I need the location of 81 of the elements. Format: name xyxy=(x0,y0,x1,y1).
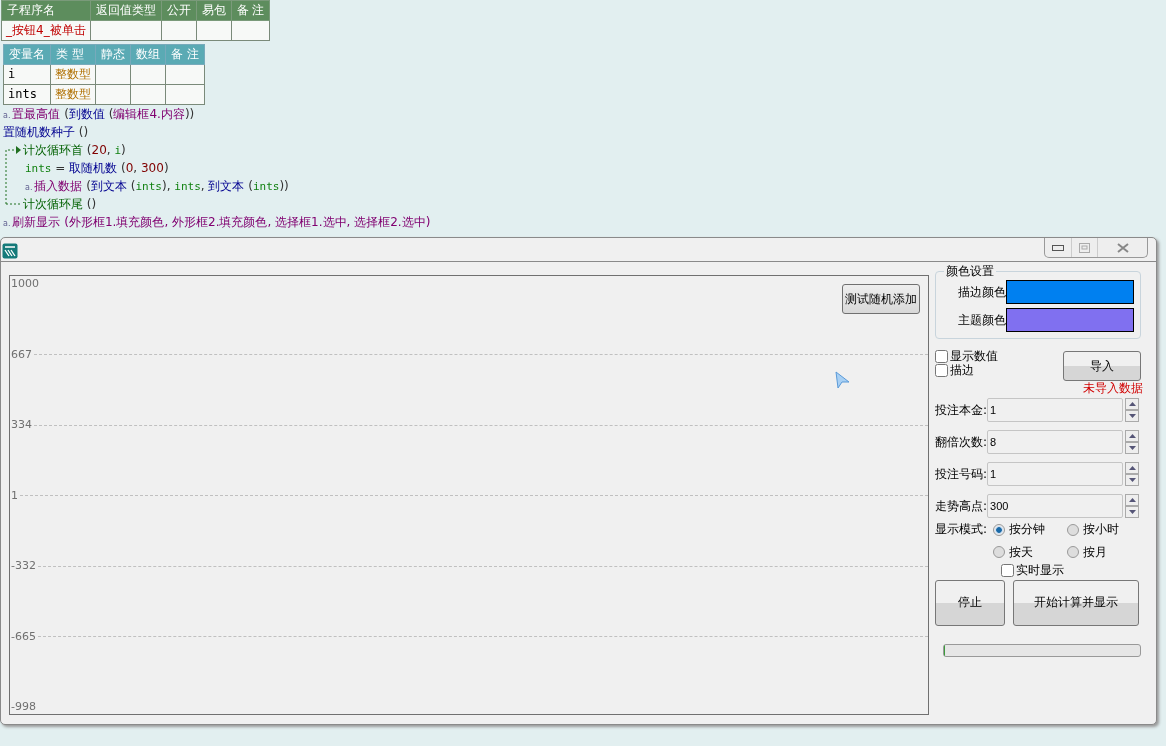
axis-label: 1 xyxy=(10,488,18,503)
color-swatch[interactable] xyxy=(1006,308,1134,332)
maximize-icon xyxy=(1079,242,1090,253)
code-line: ints = 取随机数 (0, 300) xyxy=(24,160,170,177)
code-line: a. 置最高值 (到数值 (编辑框4.内容)) xyxy=(2,106,196,123)
color-label: 主题颜色 xyxy=(958,312,1006,328)
down-arrow-icon xyxy=(1128,446,1136,451)
checkbox-label: 描边 xyxy=(950,363,974,378)
table-cell: ints xyxy=(3,84,51,105)
column-header: 返回值类型 xyxy=(90,0,162,21)
minimize-icon xyxy=(1052,244,1064,251)
field-label: 翻倍次数: xyxy=(935,435,988,450)
spin-down-button[interactable] xyxy=(1125,474,1140,487)
spin-up-button[interactable] xyxy=(1125,462,1140,475)
code-line: 计次循环首 (20, i) xyxy=(23,142,127,159)
axis-label: 667 xyxy=(10,347,32,362)
column-header: 子程序名 xyxy=(1,0,91,21)
radio-label: 按分钟 xyxy=(1009,522,1046,537)
column-header: 备 注 xyxy=(165,44,205,65)
code-line: 计次循环尾 () xyxy=(23,196,98,213)
number-field[interactable]: 1 xyxy=(987,398,1124,423)
radio-button[interactable] xyxy=(993,523,1006,536)
column-header: 易包 xyxy=(196,0,232,21)
number-field[interactable]: 8 xyxy=(987,430,1124,455)
import-button[interactable]: 导入 xyxy=(1063,351,1141,381)
table-cell: i xyxy=(3,64,51,85)
color-swatch[interactable] xyxy=(1006,280,1134,304)
code-line: a. 插入数据 (到文本 (ints), ints, 到文本 (ints)) xyxy=(24,178,289,195)
spin-up-button[interactable] xyxy=(1125,494,1140,507)
spin-down-button[interactable] xyxy=(1125,410,1140,423)
color-label: 描边颜色 xyxy=(958,284,1006,300)
radio-button[interactable] xyxy=(1067,545,1080,558)
checkbox[interactable] xyxy=(935,364,948,378)
field-label: 投注本金: xyxy=(935,403,988,418)
down-arrow-icon xyxy=(1128,414,1136,419)
code-line: a. 刷新显示 (外形框1.填充颜色, 外形框2.填充颜色, 选择框1.选中, 选择框2.选中) xyxy=(2,214,432,231)
import-status: 未导入数据 xyxy=(1082,381,1143,396)
up-arrow-icon xyxy=(1128,402,1136,407)
axis-label: -665 xyxy=(10,629,36,644)
spin-down-button[interactable] xyxy=(1125,442,1140,455)
column-header: 变量名 xyxy=(3,44,51,65)
field-label: 投注号码: xyxy=(935,467,988,482)
down-arrow-icon xyxy=(1128,478,1136,483)
cursor-icon xyxy=(834,371,850,389)
field-label: 走势高点: xyxy=(935,499,988,514)
column-header: 数组 xyxy=(130,44,166,65)
app-icon xyxy=(2,243,18,259)
test-random-add-button[interactable]: 测试随机添加 xyxy=(842,284,920,314)
column-header: 公开 xyxy=(161,0,197,21)
axis-label: -998 xyxy=(10,700,36,714)
close-icon xyxy=(1116,242,1129,253)
checkbox[interactable] xyxy=(1001,563,1014,577)
axis-label: 334 xyxy=(10,418,32,432)
checkbox[interactable] xyxy=(935,349,948,363)
code-line: 置随机数种子 () xyxy=(2,124,90,141)
stop-button[interactable]: 停止 xyxy=(935,579,1005,626)
number-field[interactable]: 300 xyxy=(987,494,1124,519)
checkbox-label: 实时显示 xyxy=(1016,563,1064,578)
axis-label: 1000 xyxy=(10,277,39,291)
number-field[interactable]: 1 xyxy=(987,462,1124,487)
spin-up-button[interactable] xyxy=(1125,430,1140,443)
column-header: 备 注 xyxy=(231,0,270,21)
column-header: 类 型 xyxy=(50,44,96,65)
down-arrow-icon xyxy=(1128,510,1136,515)
table-cell: _按钮4_被单击 xyxy=(1,20,91,41)
group-title: 颜色设置 xyxy=(945,264,995,278)
field-label: 显示模式: xyxy=(935,522,988,539)
radio-label: 按月 xyxy=(1083,544,1108,560)
spin-up-button[interactable] xyxy=(1125,398,1140,411)
radio-button[interactable] xyxy=(1067,523,1080,536)
up-arrow-icon xyxy=(1128,434,1136,439)
radio-button[interactable] xyxy=(993,545,1006,558)
column-header: 静态 xyxy=(95,44,131,65)
radio-label: 按小时 xyxy=(1083,522,1120,537)
checkbox-label: 显示数值 xyxy=(950,349,998,364)
spin-down-button[interactable] xyxy=(1125,506,1140,519)
radio-label: 按天 xyxy=(1009,544,1034,560)
axis-label: -332 xyxy=(10,559,36,573)
up-arrow-icon xyxy=(1128,466,1136,471)
up-arrow-icon xyxy=(1128,498,1136,503)
start-button[interactable]: 开始计算并显示 xyxy=(1013,579,1139,626)
